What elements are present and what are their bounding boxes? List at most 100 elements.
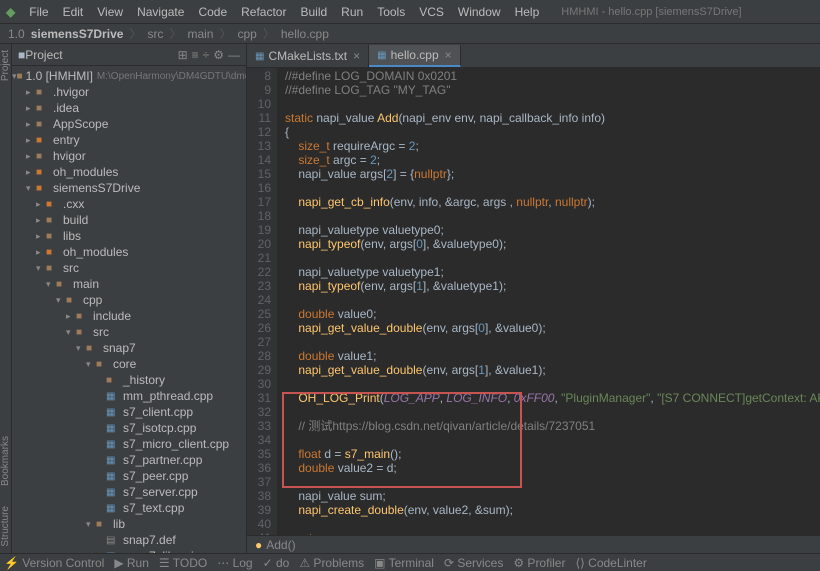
breadcrumb-project[interactable]: siemensS7Drive — [31, 27, 124, 41]
tree-arrow-icon[interactable]: ▸ — [36, 215, 46, 226]
menu-vcs[interactable]: VCS — [413, 3, 450, 21]
tree-arrow-icon[interactable]: ▸ — [26, 87, 36, 98]
tree-arrow-icon[interactable]: ▸ — [26, 151, 36, 162]
footer-item[interactable]: ⚙ Profiler — [513, 556, 565, 570]
tree-node[interactable]: ▸ ■ oh_modules — [12, 164, 246, 180]
tree-node[interactable]: ▸ ■ .hvigor — [12, 84, 246, 100]
menu-view[interactable]: View — [91, 3, 129, 21]
breadcrumb-part[interactable]: src — [147, 27, 163, 41]
tree-node[interactable]: ▦ s7_partner.cpp — [12, 452, 246, 468]
tree-arrow-icon[interactable]: ▾ — [86, 519, 96, 530]
tree-node[interactable]: ▾ ■ src — [12, 260, 246, 276]
tree-node-label: oh_modules — [63, 245, 128, 259]
tree-arrow-icon[interactable]: ▸ — [36, 199, 46, 210]
footer-item[interactable]: ▶ Run — [114, 556, 149, 570]
tree-node[interactable]: ▾ ■ src — [12, 324, 246, 340]
tree-node[interactable]: ▤ snap7.def — [12, 532, 246, 548]
sidebar-tool-icon[interactable]: — — [228, 48, 240, 62]
footer-item[interactable]: ▣ Terminal — [374, 556, 434, 570]
file-c-icon: ▦ — [106, 439, 120, 450]
menu-refactor[interactable]: Refactor — [235, 3, 292, 21]
tree-node-label: entry — [53, 133, 80, 147]
tree-arrow-icon[interactable]: ▸ — [36, 247, 46, 258]
folder-icon: ■ — [46, 263, 60, 274]
sidebar-tool-icon[interactable]: ÷ — [203, 48, 210, 62]
tree-arrow-icon[interactable]: ▾ — [36, 263, 46, 274]
tree-arrow-icon[interactable]: ▸ — [26, 119, 36, 130]
tab-label: hello.cpp — [391, 48, 439, 62]
project-tree[interactable]: ▾ ■ 1.0 [HMHMI] M:\OpenHarmony\DM4GDTU\d… — [12, 66, 246, 553]
menu-file[interactable]: File — [23, 3, 54, 21]
tree-node[interactable]: ▦ s7_server.cpp — [12, 484, 246, 500]
breadcrumb-part[interactable]: main — [187, 27, 213, 41]
menu-edit[interactable]: Edit — [57, 3, 90, 21]
tree-node[interactable]: ▸ ■ libs — [12, 228, 246, 244]
rail-structure[interactable]: Structure — [0, 506, 11, 547]
tree-arrow-icon[interactable]: ▸ — [36, 231, 46, 242]
tree-node[interactable]: ▦ s7_peer.cpp — [12, 468, 246, 484]
tree-node[interactable]: ▦ mm_pthread.cpp — [12, 388, 246, 404]
tree-node[interactable]: ▸ ■ .cxx — [12, 196, 246, 212]
sidebar-tool-icon[interactable]: ≡ — [192, 48, 199, 62]
tree-node[interactable]: ▾ ■ siemensS7Drive — [12, 180, 246, 196]
app-logo: ◆ — [6, 5, 15, 19]
menu-build[interactable]: Build — [294, 3, 333, 21]
tree-node[interactable]: ▾ ■ cpp — [12, 292, 246, 308]
footer-item[interactable]: ⚠ Problems — [299, 556, 364, 570]
tree-node[interactable]: ▸ ■ AppScope — [12, 116, 246, 132]
footer-item[interactable]: ⋯ Log — [217, 556, 252, 570]
menu-window[interactable]: Window — [452, 3, 507, 21]
tree-node[interactable]: ▦ s7_isotcp.cpp — [12, 420, 246, 436]
rail-bookmarks[interactable]: Bookmarks — [0, 436, 11, 486]
tree-node-label: lib — [113, 517, 125, 531]
tree-node[interactable]: ▦ s7_text.cpp — [12, 500, 246, 516]
menu-code[interactable]: Code — [192, 3, 233, 21]
tree-arrow-icon[interactable]: ▾ — [66, 327, 76, 338]
breadcrumb-part[interactable]: cpp — [237, 27, 256, 41]
tree-node[interactable]: ▾ ■ core — [12, 356, 246, 372]
tree-arrow-icon[interactable]: ▸ — [66, 311, 76, 322]
footer-item[interactable]: ⟳ Services — [444, 556, 503, 570]
tree-node[interactable]: ▸ ■ .idea — [12, 100, 246, 116]
close-icon[interactable]: × — [353, 49, 360, 63]
tree-arrow-icon[interactable]: ▾ — [86, 359, 96, 370]
code-content[interactable]: //#define LOG_DOMAIN 0x0201//#define LOG… — [277, 68, 820, 535]
tree-arrow-icon[interactable]: ▸ — [26, 103, 36, 114]
footer-item[interactable]: ☰ TODO — [159, 556, 207, 570]
footer-item[interactable]: ⚡ Version Control — [4, 556, 104, 570]
sidebar-title[interactable]: Project — [25, 48, 173, 62]
editor-tab[interactable]: ▦ hello.cpp × — [369, 45, 461, 67]
menu-help[interactable]: Help — [509, 3, 546, 21]
tree-node[interactable]: ▸ ■ build — [12, 212, 246, 228]
sidebar-tool-icon[interactable]: ⚙ — [213, 48, 224, 62]
tree-arrow-icon[interactable]: ▾ — [46, 279, 56, 290]
tree-arrow-icon[interactable]: ▾ — [76, 343, 86, 354]
tree-arrow-icon[interactable]: ▸ — [26, 167, 36, 178]
close-icon[interactable]: × — [445, 48, 452, 62]
tree-node[interactable]: ▸ ■ entry — [12, 132, 246, 148]
menu-run[interactable]: Run — [335, 3, 369, 21]
tree-node[interactable]: ▸ ■ oh_modules — [12, 244, 246, 260]
menu-tools[interactable]: Tools — [371, 3, 411, 21]
tree-arrow-icon[interactable]: ▸ — [26, 135, 36, 146]
tree-node[interactable]: ▾ ■ snap7 — [12, 340, 246, 356]
footer-item[interactable]: ✓ do — [263, 556, 290, 570]
breadcrumb-part[interactable]: hello.cpp — [281, 27, 329, 41]
sidebar-tool-icon[interactable]: ⊞ — [178, 48, 188, 62]
tree-arrow-icon[interactable]: ▾ — [56, 295, 66, 306]
footer-item[interactable]: ⟨⟩ CodeLinter — [575, 556, 646, 570]
folder-icon: ■ — [36, 119, 50, 130]
tree-node[interactable]: ▦ s7_client.cpp — [12, 404, 246, 420]
tree-node[interactable]: ▸ ■ hvigor — [12, 148, 246, 164]
tree-arrow-icon[interactable]: ▾ — [26, 183, 36, 194]
tree-node[interactable]: ■ _history — [12, 372, 246, 388]
tree-node[interactable]: ▾ ■ 1.0 [HMHMI] M:\OpenHarmony\DM4GDTU\d… — [12, 68, 246, 84]
tree-node[interactable]: ▸ ■ include — [12, 308, 246, 324]
tree-node[interactable]: ▾ ■ lib — [12, 516, 246, 532]
editor-tab[interactable]: ▦ CMakeLists.txt × — [247, 45, 369, 67]
rail-project[interactable]: Project — [0, 50, 11, 81]
menu-navigate[interactable]: Navigate — [131, 3, 190, 21]
tree-node[interactable]: ▦ s7_micro_client.cpp — [12, 436, 246, 452]
code-editor[interactable]: 8910111213141516171819202122232425262728… — [247, 68, 820, 535]
tree-node[interactable]: ▾ ■ main — [12, 276, 246, 292]
